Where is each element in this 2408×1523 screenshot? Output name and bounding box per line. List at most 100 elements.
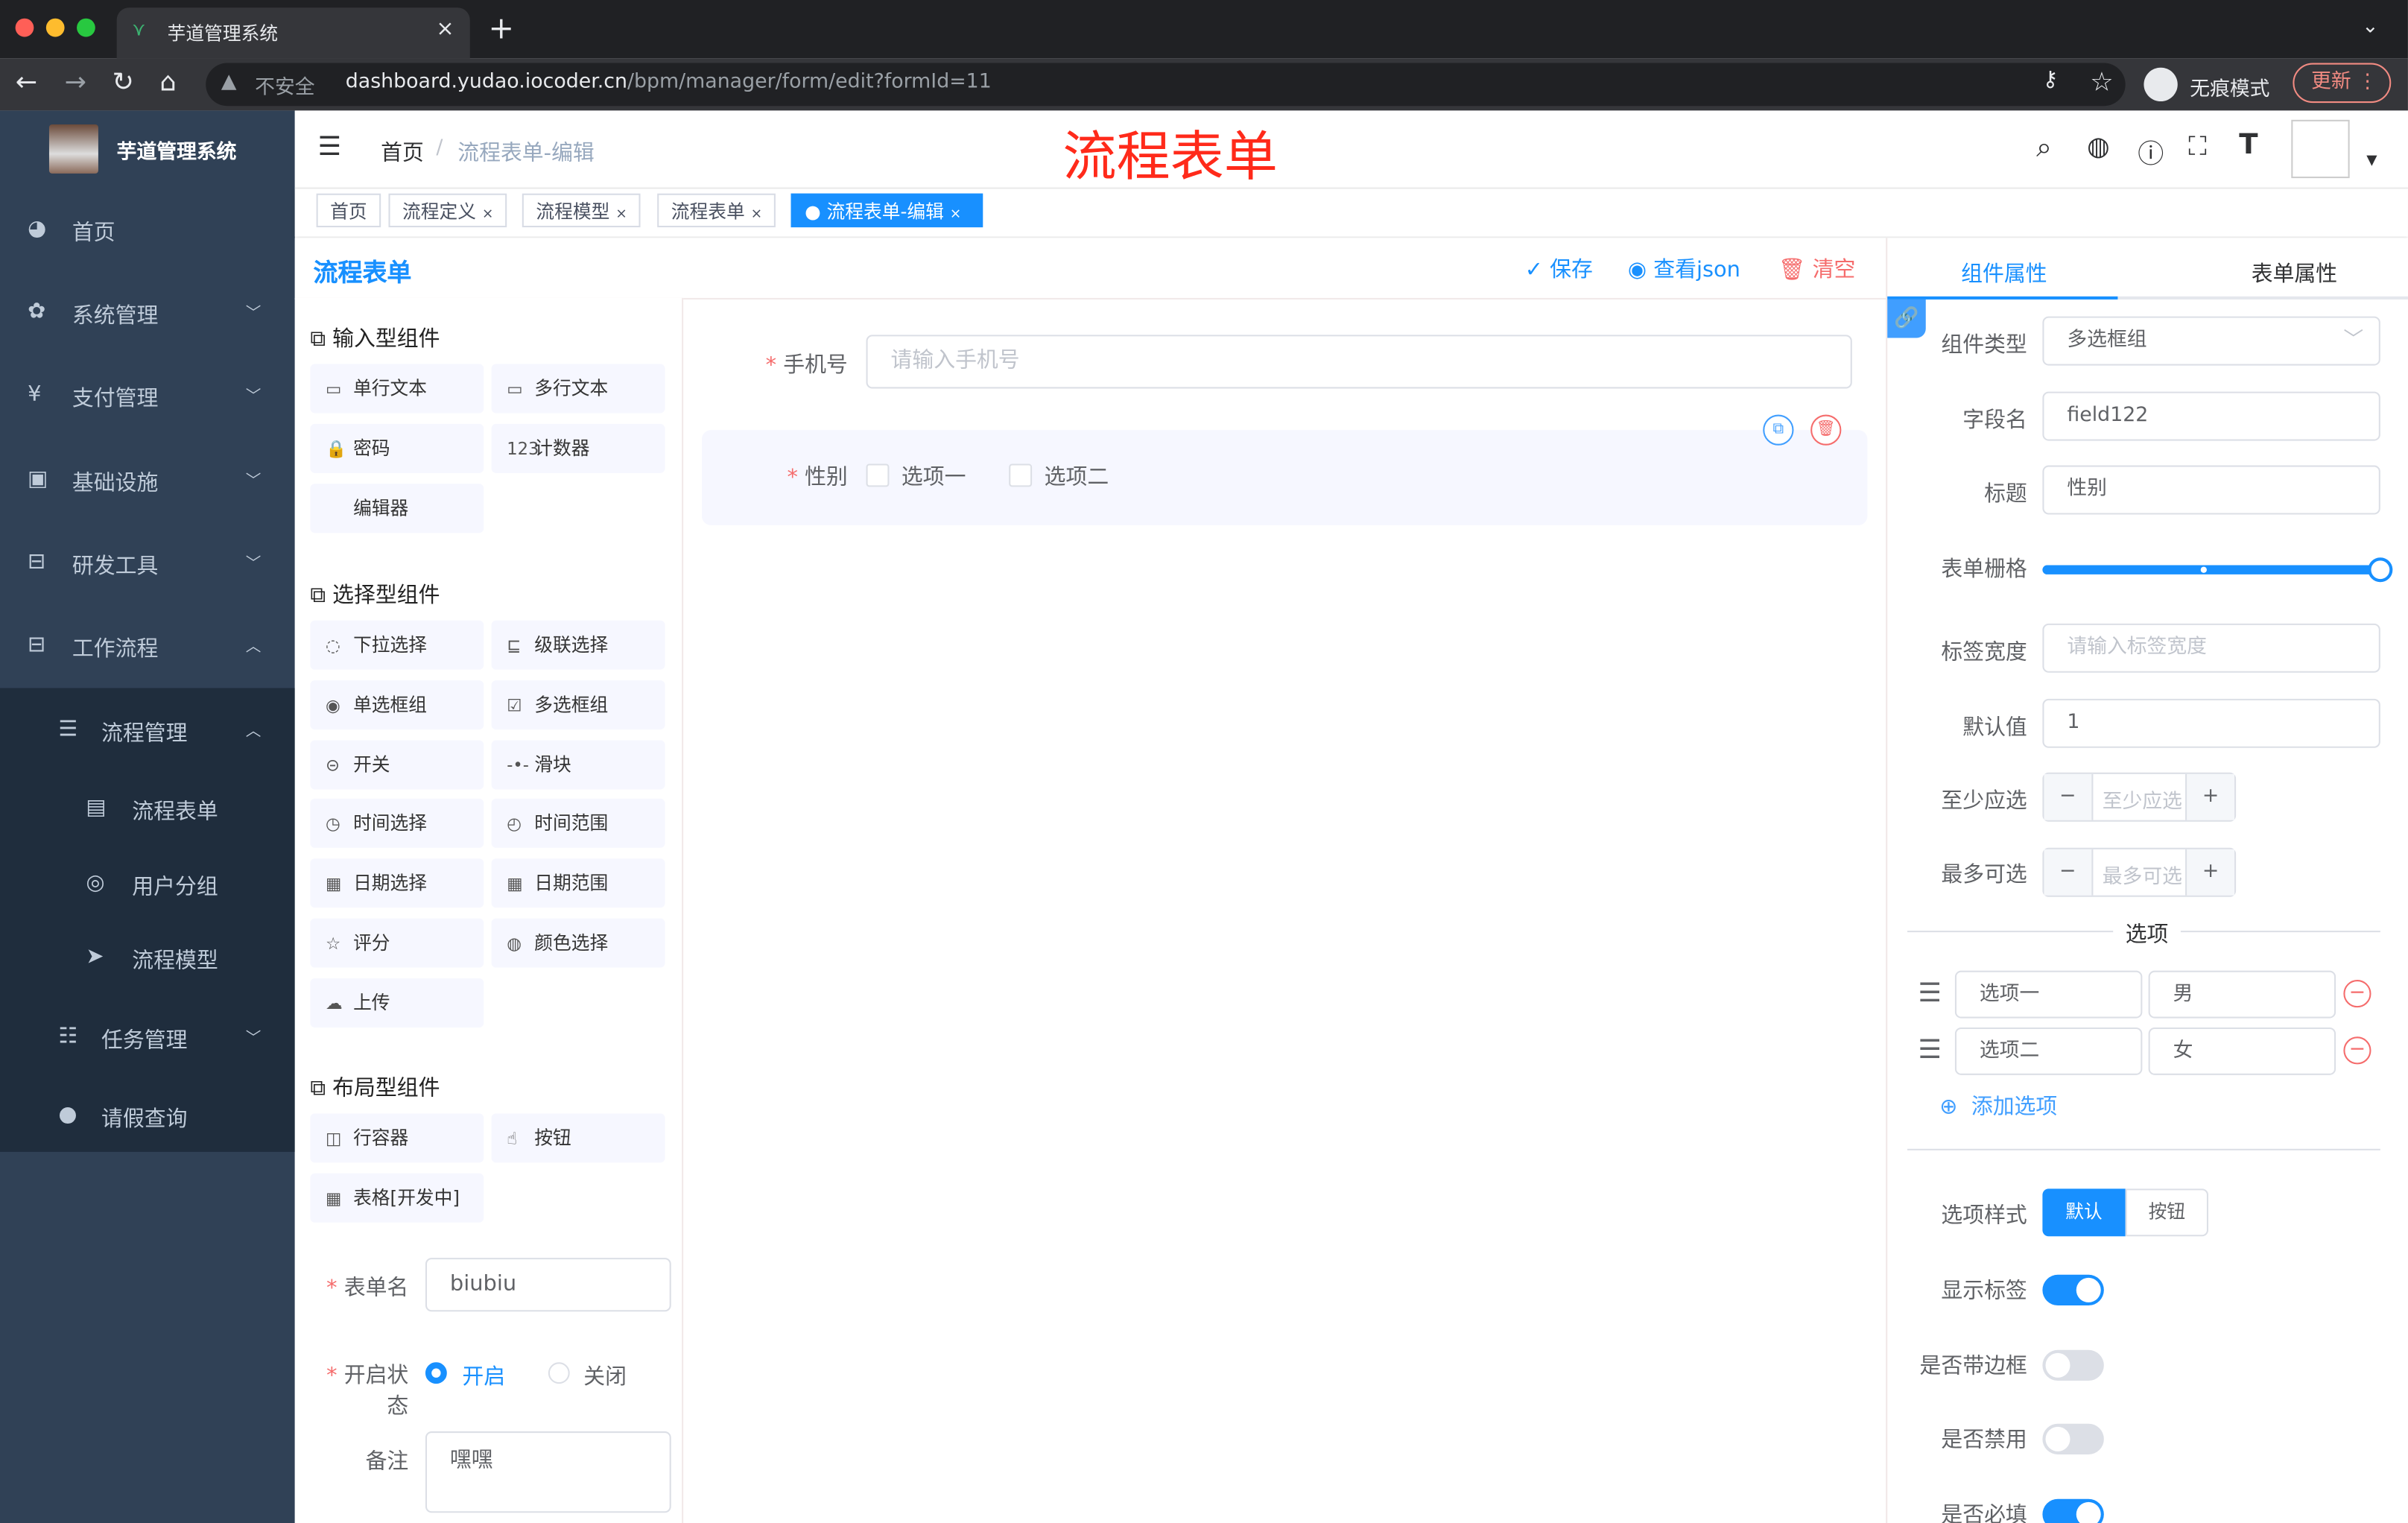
style-default-button[interactable]: 默认 [2042,1188,2126,1237]
question-icon[interactable]: ⓘ [2138,132,2164,171]
caret-down-icon[interactable]: ▼ [2366,153,2377,169]
component-item[interactable]: ◴ 时间范围 [491,799,665,849]
label-width-input[interactable]: 请输入标签宽度 [2042,623,2380,673]
option-2-checkbox[interactable] [1009,463,1033,487]
font-size-icon[interactable]: T [2239,129,2258,161]
component-item[interactable]: 🔒 密码 [310,423,484,473]
component-item[interactable]: 123计数器 [491,423,665,473]
status-on-label[interactable]: 开启 [462,1361,505,1391]
remove-option-1-icon[interactable]: − [2343,980,2371,1008]
search-icon[interactable]: ⌕ [2036,132,2052,164]
component-item[interactable]: ◌ 下拉选择 [310,620,484,670]
option-2-label-input[interactable]: 选项二 [1954,1027,2143,1075]
tab-component-props[interactable]: 组件属性 [1961,258,2047,288]
back-icon[interactable]: ← [16,68,37,98]
url-field[interactable]: ▲ 不安全 dashboard.yudao.iocoder.cn/bpm/man… [206,63,2126,107]
component-item[interactable]: ▦ 日期范围 [491,858,665,908]
tab-close-icon[interactable]: × [436,17,454,42]
default-input[interactable]: 1 [2042,698,2380,748]
min-stepper[interactable]: − 至少应选 + [2042,772,2237,822]
new-tab-button[interactable]: + [488,9,514,45]
view-json-button[interactable]: ◉ 查看json [1628,253,1740,284]
tag-process-form[interactable]: 流程表单 × [657,193,776,228]
browser-tab[interactable]: ⋎ 芋道管理系统 × [116,7,470,59]
tag-process-form-edit[interactable]: ● 流程表单-编辑 × [790,193,983,228]
avatar[interactable] [2291,119,2350,179]
grid-label: 表单栅格 [1941,557,2027,583]
fullscreen-icon[interactable]: ⛶ [2188,132,2207,162]
max-increment-button[interactable]: + [2185,849,2235,896]
type-select[interactable]: 多选框组 ﹀ [2042,316,2380,366]
component-item[interactable]: ◷ 时间选择 [310,799,484,849]
delete-field-icon[interactable]: 🗑 [1810,414,1842,446]
status-off-label[interactable]: 关闭 [583,1361,627,1391]
form-name-input[interactable]: biubiu [425,1258,671,1312]
save-button[interactable]: ✓ 保存 [1525,253,1593,284]
grid-slider[interactable] [2042,565,2380,574]
field-input[interactable]: field122 [2042,391,2380,441]
add-option-button[interactable]: ⊕ 添加选项 [1939,1090,2057,1121]
component-item[interactable]: ◫ 行容器 [310,1113,484,1163]
maximize-window-button[interactable] [77,18,95,37]
bookmark-star-icon[interactable]: ☆ [2090,68,2113,98]
max-decrement-button[interactable]: − [2044,849,2094,896]
component-item[interactable]: ⊝ 开关 [310,739,484,789]
forward-icon[interactable]: → [65,68,86,98]
status-label: 开启状态 [343,1364,409,1419]
component-item[interactable]: ☑ 多选框组 [491,680,665,729]
option-1-checkbox[interactable] [866,463,890,487]
component-item[interactable]: ▦ 日期选择 [310,858,484,908]
phone-input[interactable]: 请输入手机号 [866,335,1852,389]
component-item[interactable]: 编辑器 [310,483,484,533]
option-2-value-input[interactable]: 女 [2148,1027,2336,1075]
reload-icon[interactable]: ↻ [112,68,133,98]
home-icon[interactable]: ⌂ [159,68,176,98]
max-stepper[interactable]: − 最多可选 + [2042,847,2237,897]
min-increment-button[interactable]: + [2185,773,2235,820]
component-item[interactable]: ◍ 颜色选择 [491,918,665,968]
key-icon[interactable]: ⚷ [2042,68,2058,92]
drag-handle-icon[interactable]: ☰ [1918,978,1941,1009]
remark-textarea[interactable]: 嘿嘿 [425,1431,671,1513]
option-1-label[interactable]: 选项一 [902,460,966,491]
tab-list-chevron-icon[interactable]: ⌄ [2362,16,2378,39]
tag-process-definition[interactable]: 流程定义 × [388,193,508,228]
show-label-switch[interactable] [2042,1274,2104,1306]
copy-field-icon[interactable]: ⧉ [1763,414,1794,446]
remove-option-2-icon[interactable]: − [2343,1036,2371,1065]
component-item[interactable]: ☝ 按钮 [491,1113,665,1163]
grid-slider-handle[interactable] [2368,557,2393,583]
min-decrement-button[interactable]: − [2044,773,2094,820]
minimize-window-button[interactable] [45,18,65,37]
option-1-label-input[interactable]: 选项一 [1954,970,2143,1019]
min-input[interactable]: 至少应选 [2103,785,2182,814]
component-item[interactable]: ☁ 上传 [310,978,484,1028]
max-input[interactable]: 最多可选 [2103,860,2182,890]
update-button[interactable]: 更新 ⋮ [2293,63,2392,104]
title-input[interactable]: 性别 [2042,465,2380,515]
hamburger-icon[interactable]: ☰ [318,132,341,162]
component-item[interactable]: ☆ 评分 [310,918,484,968]
component-item[interactable]: ◉ 单选框组 [310,680,484,729]
close-window-button[interactable] [15,18,34,37]
breadcrumb-home[interactable]: 首页 [381,136,424,167]
component-item[interactable]: ▦ 表格[开发中] [310,1173,484,1223]
option-1-value-input[interactable]: 男 [2148,970,2336,1019]
tag-home[interactable]: 首页 [316,193,381,228]
tab-form-props[interactable]: 表单属性 [2252,258,2337,288]
status-off-radio[interactable] [548,1362,570,1384]
component-item[interactable]: ▭ 单行文本 [310,364,484,414]
border-switch[interactable] [2042,1349,2104,1381]
component-item[interactable]: ▭ 多行文本 [491,364,665,414]
status-on-radio[interactable] [425,1362,447,1384]
component-item[interactable]: -•- 滑块 [491,739,665,789]
style-button-button[interactable]: 按钮 [2125,1188,2209,1237]
github-icon[interactable]: ◍ [2087,132,2110,162]
option-2-label[interactable]: 选项二 [1045,460,1109,491]
required-switch[interactable] [2042,1498,2104,1523]
component-item[interactable]: ⊑ 级联选择 [491,620,665,670]
disabled-switch[interactable] [2042,1423,2104,1454]
tag-process-model[interactable]: 流程模型 × [522,193,641,228]
drag-handle-icon[interactable]: ☰ [1918,1035,1941,1066]
clear-button[interactable]: 🗑 清空 [1778,253,1856,284]
